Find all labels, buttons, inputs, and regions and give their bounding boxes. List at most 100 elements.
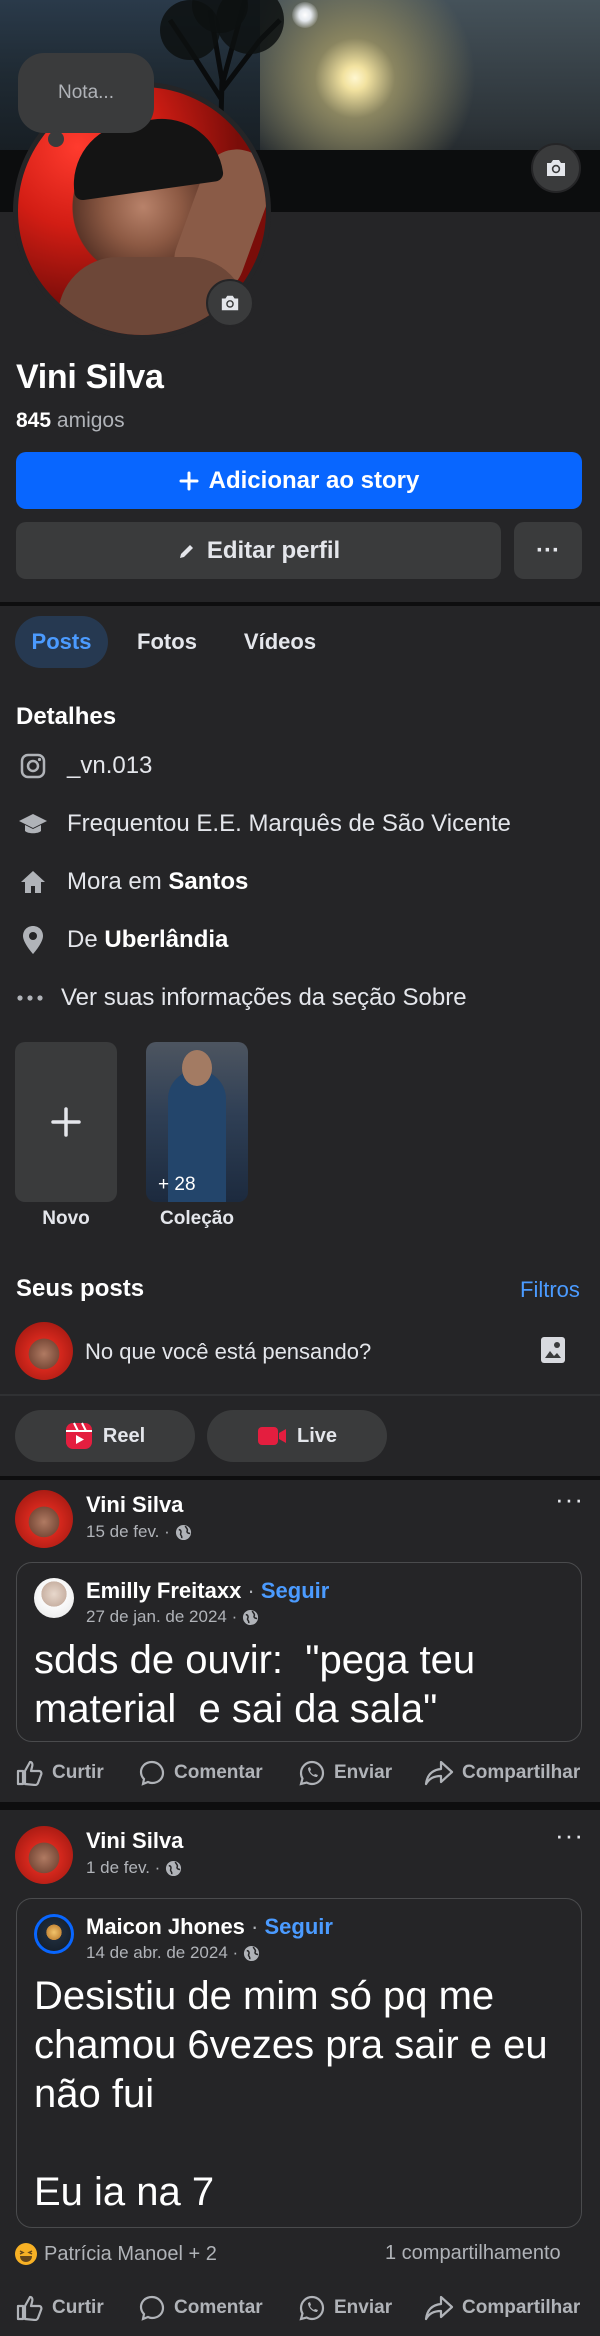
post-date[interactable]: 15 de fev. · <box>86 1522 170 1542</box>
share-button[interactable]: Compartilhar <box>424 1753 580 1793</box>
comment-label: Comentar <box>174 1762 263 1783</box>
collection-photo-head <box>182 1050 212 1086</box>
note-bubble[interactable]: Nota... <box>18 53 154 147</box>
from-city[interactable]: Uberlândia <box>104 926 228 954</box>
shared-author-name[interactable]: Emilly Freitaxx <box>86 1578 241 1603</box>
whatsapp-icon <box>299 1760 325 1786</box>
post-author-avatar[interactable] <box>15 1826 73 1884</box>
more-options-button[interactable]: ··· <box>514 522 582 579</box>
share-icon <box>424 1760 454 1786</box>
post-date[interactable]: 1 de fev. · <box>86 1858 160 1878</box>
add-story-label: Adicionar ao story <box>208 466 420 494</box>
avatar-camera-button[interactable] <box>206 279 254 327</box>
composer-avatar[interactable] <box>15 1322 73 1380</box>
lives-city[interactable]: Santos <box>168 868 248 896</box>
shared-author-line: Maicon Jhones · Seguir <box>86 1914 333 1939</box>
globe-icon <box>244 1945 260 1961</box>
photo-icon[interactable] <box>540 1336 566 1364</box>
like-label: Curtir <box>52 2297 104 2318</box>
share-label: Compartilhar <box>462 1762 581 1783</box>
camera-icon <box>221 295 239 311</box>
filters-link[interactable]: Filtros <box>520 1277 580 1303</box>
shares-count[interactable]: 1 compartilhamento <box>385 2242 561 2265</box>
composer-input[interactable]: No que você está pensando? <box>85 1339 371 1365</box>
comment-label: Comentar <box>174 2297 263 2318</box>
live-label: Live <box>296 1424 338 1447</box>
more-icon: ··· <box>536 536 560 564</box>
plus-icon <box>51 1107 81 1137</box>
post-options-icon[interactable]: ··· <box>555 1820 584 1851</box>
featured-collection-card[interactable]: + 28 <box>146 1042 248 1202</box>
follow-button[interactable]: Seguir <box>264 1914 332 1939</box>
reactions-summary[interactable]: Patrícia Manoel + 2 <box>14 2242 217 2266</box>
shared-author-name[interactable]: Maicon Jhones <box>86 1914 245 1939</box>
friends-number: 845 <box>16 409 52 432</box>
section-divider <box>0 1476 600 1480</box>
comment-button[interactable]: Comentar <box>138 2288 263 2328</box>
live-video-icon <box>257 1427 286 1445</box>
cover-camera-button[interactable] <box>531 143 581 193</box>
your-posts-heading: Seus posts <box>16 1275 145 1302</box>
like-button[interactable]: Curtir <box>16 1753 104 1793</box>
shared-post-meta: 14 de abr. de 2024 · <box>86 1943 260 1963</box>
shared-author-avatar[interactable] <box>34 1914 74 1954</box>
friends-count[interactable]: 845 amigos <box>16 409 125 433</box>
education-text: Frequentou E.E. Marquês de São Vicente <box>67 810 511 837</box>
reel-button[interactable]: Reel <box>15 1410 195 1462</box>
globe-icon <box>243 1609 259 1625</box>
note-placeholder: Nota... <box>58 82 114 103</box>
post-author-name[interactable]: Vini Silva <box>86 1828 183 1854</box>
post-actions: Curtir Comentar Enviar Compartilhar <box>0 2288 600 2328</box>
home-icon <box>16 865 50 899</box>
globe-icon <box>166 1860 182 1876</box>
plus-icon <box>179 471 199 490</box>
post-meta: 15 de fev. · <box>86 1522 192 1542</box>
shared-post-date[interactable]: 14 de abr. de 2024 · <box>86 1943 238 1963</box>
graduation-cap-icon <box>16 807 50 841</box>
comment-icon <box>139 1760 165 1786</box>
about-link[interactable]: Ver suas informações da seção Sobre <box>16 980 467 1016</box>
share-label: Compartilhar <box>462 2297 581 2318</box>
tab-photos[interactable]: Fotos <box>122 616 212 668</box>
shared-post-meta: 27 de jan. de 2024 · <box>86 1607 259 1627</box>
lives-prefix: Mora em <box>67 868 162 895</box>
profile-name: Vini Silva <box>16 358 164 396</box>
comment-button[interactable]: Comentar <box>138 1753 263 1793</box>
collection-count: + 28 <box>158 1174 196 1195</box>
shared-author-line: Emilly Freitaxx · Seguir <box>86 1578 330 1603</box>
tab-posts[interactable]: Posts <box>15 616 108 668</box>
edit-profile-label: Editar perfil <box>206 536 341 564</box>
post-text: sdds de ouvir: "pega teu material e sai … <box>34 1638 487 1731</box>
shared-author-avatar[interactable] <box>34 1578 74 1618</box>
thumbs-up-icon <box>16 2295 43 2321</box>
instagram-icon <box>16 749 50 783</box>
post-author-avatar[interactable] <box>15 1490 73 1548</box>
post-meta: 1 de fev. · <box>86 1858 182 1878</box>
shared-post-date[interactable]: 27 de jan. de 2024 · <box>86 1607 237 1627</box>
composer-divider <box>0 1394 600 1396</box>
edit-profile-button[interactable]: Editar perfil <box>16 522 501 579</box>
new-collection-card[interactable] <box>15 1042 117 1202</box>
add-story-button[interactable]: Adicionar ao story <box>16 452 582 509</box>
tab-videos[interactable]: Vídeos <box>228 616 332 668</box>
post-options-icon[interactable]: ··· <box>555 1484 584 1515</box>
detail-instagram[interactable]: _vn.013 <box>16 748 152 784</box>
live-button[interactable]: Live <box>207 1410 387 1462</box>
reel-icon <box>65 1422 92 1449</box>
follow-button[interactable]: Seguir <box>261 1578 329 1603</box>
haha-reaction-icon <box>15 2243 37 2265</box>
post-actions: Curtir Comentar Enviar Compartilhar <box>0 1753 600 1793</box>
send-button[interactable]: Enviar <box>298 2288 392 2328</box>
post-text: Desistiu de mim só pq me chamou 6vezes p… <box>34 1974 548 2214</box>
share-button[interactable]: Compartilhar <box>424 2288 580 2328</box>
location-pin-icon <box>16 923 50 957</box>
detail-lives-in: Mora em Santos <box>16 864 248 900</box>
like-button[interactable]: Curtir <box>16 2288 104 2328</box>
send-button[interactable]: Enviar <box>298 1753 392 1793</box>
instagram-handle: _vn.013 <box>67 752 153 779</box>
about-link-text: Ver suas informações da seção Sobre <box>61 984 467 1011</box>
whatsapp-icon <box>299 2295 325 2321</box>
detail-from: De Uberlândia <box>16 922 228 958</box>
post-author-name[interactable]: Vini Silva <box>86 1492 183 1518</box>
reactions-text: Patrícia Manoel + 2 <box>44 2242 217 2265</box>
